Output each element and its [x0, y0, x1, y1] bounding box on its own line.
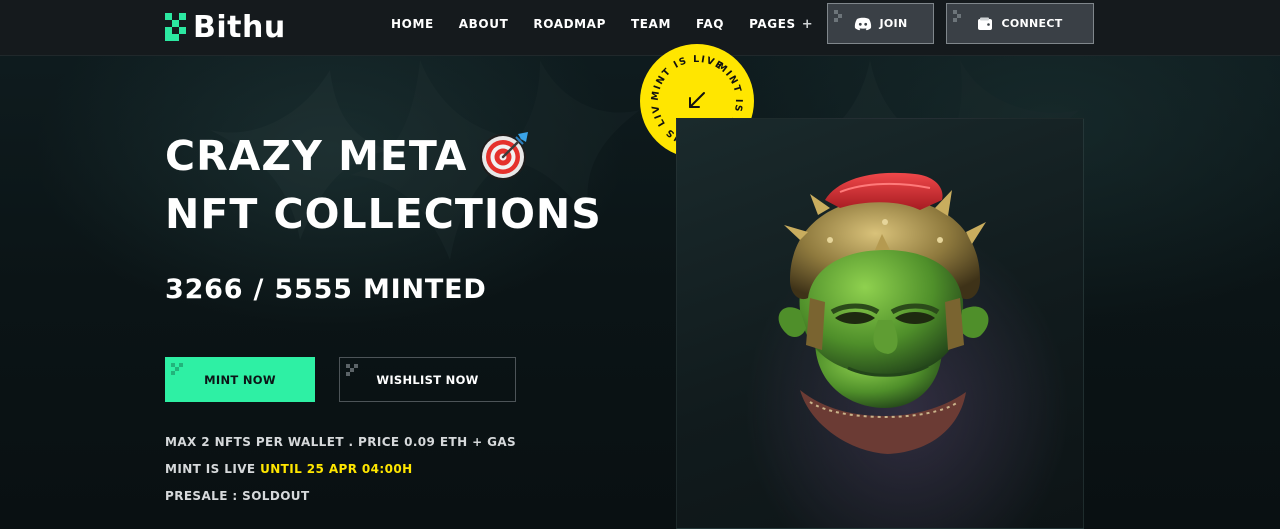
nft-character-art — [778, 172, 989, 454]
mint-info-line: MAX 2 NFTS PER WALLET . PRICE 0.09 ETH +… — [165, 435, 517, 449]
mint-now-button[interactable]: MINT NOW — [165, 357, 315, 402]
mint-now-label: MINT NOW — [204, 372, 276, 387]
nav-home[interactable]: HOME — [391, 17, 434, 31]
wishlist-now-button[interactable]: WISHLIST NOW — [339, 357, 516, 402]
svg-text:MINT IS LIVE: MINT IS LIVE — [650, 54, 726, 101]
mint-live-line: MINT IS LIVE UNTIL 25 APR 04:00H — [165, 462, 413, 476]
target-dart-icon — [480, 132, 528, 180]
mint-deadline: UNTIL 25 APR 04:00H — [260, 462, 413, 476]
join-label: JOIN — [879, 17, 908, 30]
nav-team[interactable]: TEAM — [631, 17, 671, 31]
mint-live-prefix: MINT IS LIVE — [165, 462, 261, 476]
nav-pages-label: PAGES — [749, 17, 796, 31]
badge-text-1: MINT IS LIVE — [650, 54, 724, 101]
wallet-icon — [977, 17, 993, 31]
arrow-down-left-icon — [689, 92, 705, 108]
presale-status: PRESALE : SOLDOUT — [165, 489, 310, 503]
nav-faq[interactable]: FAQ — [696, 17, 724, 31]
corner-pixels-icon — [171, 363, 183, 375]
corner-pixels-icon — [953, 10, 965, 22]
connect-label: CONNECT — [1001, 17, 1063, 30]
connect-button[interactable]: CONNECT — [946, 3, 1094, 44]
nav-about[interactable]: ABOUT — [459, 17, 509, 31]
minted-counter: 3266 / 5555 MINTED — [165, 274, 487, 305]
corner-pixels-icon — [346, 364, 358, 376]
main-nav: HOME ABOUT ROADMAP TEAM FAQ PAGES + — [391, 0, 838, 48]
corner-pixels-icon — [834, 10, 846, 22]
logo[interactable]: Bithu — [165, 9, 286, 45]
wishlist-now-label: WISHLIST NOW — [376, 372, 479, 387]
join-button[interactable]: JOIN — [827, 3, 934, 44]
discord-icon — [854, 17, 872, 31]
logo-text: Bithu — [193, 9, 286, 45]
logo-mark-icon — [165, 11, 187, 43]
hero-title-line2: NFT COLLECTIONS — [165, 190, 602, 238]
nav-roadmap[interactable]: ROADMAP — [533, 17, 606, 31]
hero-title-line1: CRAZY META — [165, 132, 468, 180]
plus-icon: + — [801, 16, 814, 32]
nav-pages[interactable]: PAGES + — [749, 17, 813, 32]
